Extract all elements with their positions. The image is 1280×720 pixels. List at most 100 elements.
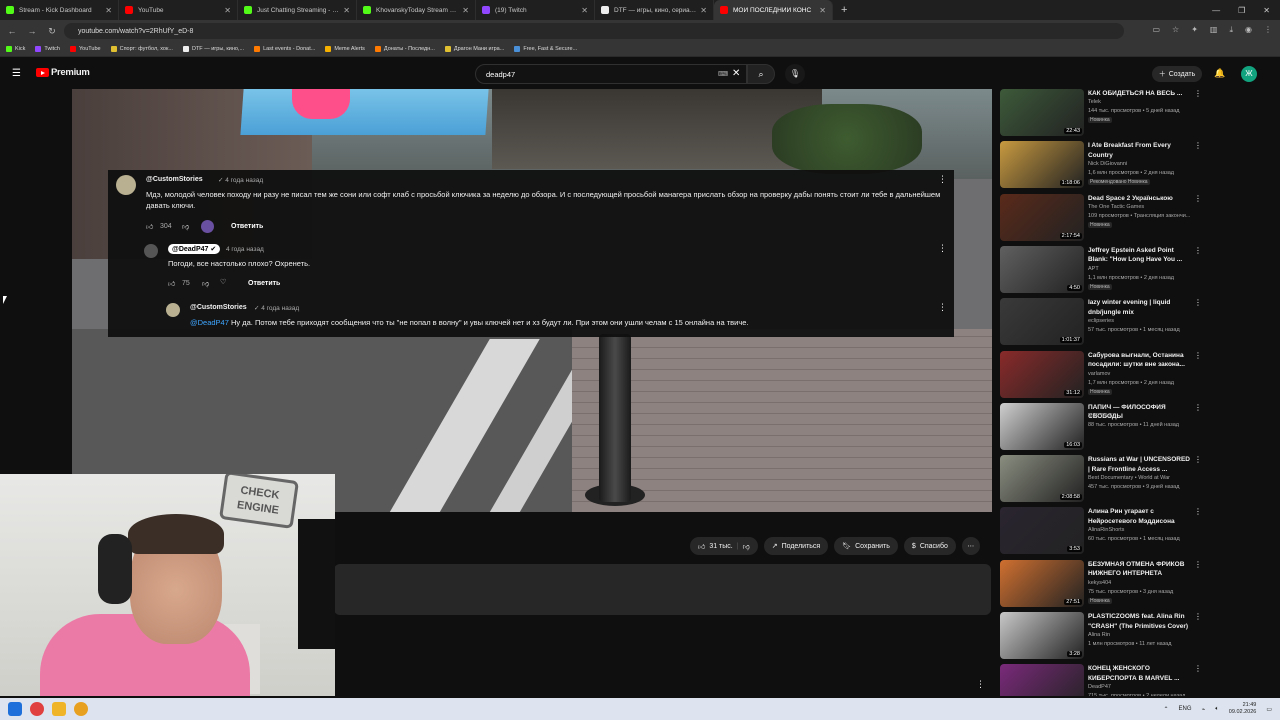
avatar[interactable] — [116, 175, 136, 195]
recommendation-item[interactable]: 1:01:37 lazy winter evening | liquid dnb… — [998, 298, 1206, 350]
video-title[interactable]: Dead Space 2 Українською — [1088, 194, 1190, 204]
bookmark-item[interactable]: Спорт: футбол, хок... — [110, 46, 173, 52]
browser-tab[interactable]: KhovanskyToday Stream - Watc ✕ — [357, 0, 476, 20]
video-thumbnail[interactable]: 27:51 — [1000, 559, 1084, 607]
browser-tab[interactable]: YouTube ✕ — [119, 0, 238, 20]
video-title[interactable]: PLASTICZOOMS feat. Alina Rin "CRASH" (Th… — [1088, 612, 1190, 631]
video-menu-icon[interactable]: ⋮ — [1194, 455, 1202, 464]
video-menu-icon[interactable]: ⋮ — [1194, 507, 1202, 516]
channel-name[interactable]: kekys404 — [1088, 580, 1111, 586]
channel-name[interactable]: Alina Rin — [1088, 632, 1110, 638]
video-title[interactable]: I Ate Breakfast From Every Country — [1088, 141, 1190, 160]
comment-time[interactable]: 4 года назад — [226, 246, 264, 253]
save-button[interactable]: 🔖︎ Сохранить — [834, 537, 898, 555]
dislike-button[interactable]: 👎︎ — [182, 222, 189, 231]
volume-icon[interactable]: 🔈︎ — [1215, 706, 1219, 713]
minimize-icon[interactable]: — — [1212, 6, 1220, 15]
close-tab-icon[interactable]: ✕ — [581, 6, 588, 15]
channel-name[interactable]: Telek — [1088, 99, 1101, 105]
recommendation-item[interactable]: 15:00 КОНЕЦ ЖЕНСКОГО КИБЕРСПОРТА В MARVE… — [998, 664, 1206, 696]
browser-menu-icon[interactable]: ⋮ — [1264, 25, 1272, 35]
comment-menu-icon[interactable]: ⋮ — [938, 302, 947, 313]
recommendation-item[interactable]: 1:18:06 I Ate Breakfast From Every Count… — [998, 141, 1206, 193]
clear-search-icon[interactable]: ✕ — [732, 68, 740, 79]
notifications-icon[interactable]: 🔔 — [1214, 68, 1225, 79]
channel-name[interactable]: varlamov — [1088, 371, 1110, 377]
search-button[interactable]: ⌕ — [747, 64, 775, 84]
yandex-browser-icon[interactable] — [30, 702, 44, 716]
close-tab-icon[interactable]: ✕ — [343, 6, 350, 15]
extensions-icon[interactable]: ✦ — [1191, 25, 1198, 35]
bookmark-item[interactable]: Драгон Мани игра... — [444, 46, 504, 52]
sidepanel-icon[interactable]: ▥ — [1210, 25, 1218, 35]
more-options-icon[interactable]: ⋮ — [976, 679, 985, 690]
voice-search-button[interactable]: 🎙 — [785, 64, 805, 84]
video-thumbnail[interactable]: 3:28 — [1000, 612, 1084, 659]
download-icon[interactable]: ⤓ — [1229, 25, 1233, 35]
close-window-icon[interactable]: ✕ — [1263, 6, 1270, 15]
star-icon[interactable]: ☆ — [1172, 25, 1179, 35]
channel-name[interactable]: Best Documentary • World at War — [1088, 475, 1170, 481]
bookmark-item[interactable]: Last events - Donat... — [254, 46, 315, 52]
video-thumbnail[interactable]: 15:00 — [1000, 664, 1084, 696]
thanks-button[interactable]: $ Спасибо — [903, 537, 956, 555]
close-tab-icon[interactable]: ✕ — [819, 6, 826, 15]
bookmark-item[interactable]: Kick — [6, 46, 25, 52]
browser-tab[interactable]: DTF — игры, кино, сериалы, р ✕ — [595, 0, 714, 20]
video-title[interactable]: КАК ОБИДЕТЬСЯ НА ВЕСЬ ... — [1088, 89, 1190, 99]
mention-link[interactable]: @DeadP47 — [190, 318, 229, 327]
like-button[interactable]: 👍︎ — [146, 222, 153, 231]
recommendation-item[interactable]: 4:50 Jeffrey Epstein Asked Point Blank: … — [998, 245, 1206, 298]
comment-author[interactable]: @CustomStories — [190, 304, 247, 311]
video-title[interactable]: Сабурова выгнали, Останина посадили: шут… — [1088, 351, 1190, 370]
comment-menu-icon[interactable]: ⋮ — [938, 243, 947, 254]
video-title[interactable]: Jeffrey Epstein Asked Point Blank: "How … — [1088, 246, 1190, 265]
video-thumbnail[interactable]: 4:50 — [1000, 245, 1084, 293]
create-button[interactable]: ＋ Создать — [1152, 66, 1202, 82]
comment-time[interactable]: ✓ 4 года назад — [254, 304, 299, 312]
recommendation-item[interactable]: 31:12 Сабурова выгнали, Останина посадил… — [998, 350, 1206, 403]
channel-name[interactable]: APT — [1088, 266, 1099, 272]
forward-icon[interactable]: → — [24, 26, 40, 36]
recommendation-item[interactable]: 16:03 ПАПИЧ — ФИЛОСОФИЯ СВОБОДЫ M3RTALE … — [998, 402, 1206, 455]
heart-icon[interactable]: ♡ — [220, 278, 226, 286]
dislike-button[interactable]: 👎︎ — [202, 279, 209, 288]
close-tab-icon[interactable]: ✕ — [105, 6, 112, 15]
video-thumbnail[interactable]: 31:12 — [1000, 350, 1084, 398]
video-menu-icon[interactable]: ⋮ — [1194, 298, 1202, 307]
share-button[interactable]: ↗ Поделиться — [763, 537, 829, 555]
channel-name[interactable]: AlinaRinShorts — [1088, 527, 1124, 533]
search-input[interactable]: deadp47 — [475, 64, 747, 84]
channel-name[interactable]: The One Tactic Games — [1088, 204, 1144, 210]
browser-tab[interactable]: МОЙ ПОСЛЕДНИЙ КОНС ✕ — [714, 0, 833, 20]
creator-author-chip[interactable]: @DeadP47 ✔ — [168, 244, 221, 254]
video-menu-icon[interactable]: ⋮ — [1194, 351, 1202, 360]
recommendation-item[interactable]: 3:53 Алина Рин угарает с Нейросетевого М… — [998, 507, 1206, 559]
comment-author[interactable]: @CustomStories — [146, 176, 203, 183]
video-menu-icon[interactable]: ⋮ — [1194, 612, 1202, 621]
avatar[interactable] — [144, 244, 158, 258]
video-menu-icon[interactable]: ⋮ — [1194, 403, 1202, 412]
video-menu-icon[interactable]: ⋮ — [1194, 141, 1202, 150]
like-button[interactable]: 👍︎ 31 тыс. | 👎︎ — [690, 537, 758, 555]
reply-button[interactable]: Ответить — [248, 280, 280, 287]
recommendation-item[interactable]: 27:51 БЕЗУМНАЯ ОТМЕНА ФРИКОВ НИЖНЕГО ИНТ… — [998, 559, 1206, 612]
video-title[interactable]: БЕЗУМНАЯ ОТМЕНА ФРИКОВ НИЖНЕГО ИНТЕРНЕТА — [1088, 560, 1190, 579]
video-menu-icon[interactable]: ⋮ — [1194, 194, 1202, 203]
back-icon[interactable]: ← — [4, 26, 20, 36]
video-title[interactable]: Алина Рин угарает с Нейросетевого Мэддис… — [1088, 507, 1190, 526]
url-field[interactable]: youtube.com/watch?v=2RhUfY_eD-8 — [64, 23, 1124, 39]
account-avatar[interactable]: Ж — [1241, 66, 1257, 82]
maximize-icon[interactable]: ❐ — [1238, 6, 1245, 15]
video-title[interactable]: КОНЕЦ ЖЕНСКОГО КИБЕРСПОРТА В MARVEL ... — [1088, 664, 1190, 683]
close-tab-icon[interactable]: ✕ — [224, 6, 231, 15]
avatar[interactable] — [166, 303, 180, 317]
video-menu-icon[interactable]: ⋮ — [1194, 89, 1202, 98]
close-tab-icon[interactable]: ✕ — [462, 6, 469, 15]
clock[interactable]: 21:49 09.02.2026 — [1229, 702, 1257, 716]
notification-center-icon[interactable]: ▭ — [1266, 706, 1272, 713]
bookmark-item[interactable]: Free, Fast & Secure... — [514, 46, 577, 52]
network-icon[interactable]: ⌁ — [1202, 706, 1206, 713]
recommendation-item[interactable]: 22:43 КАК ОБИДЕТЬСЯ НА ВЕСЬ ... Telek 14… — [998, 89, 1206, 141]
youtube-logo[interactable]: Premium — [36, 67, 90, 78]
